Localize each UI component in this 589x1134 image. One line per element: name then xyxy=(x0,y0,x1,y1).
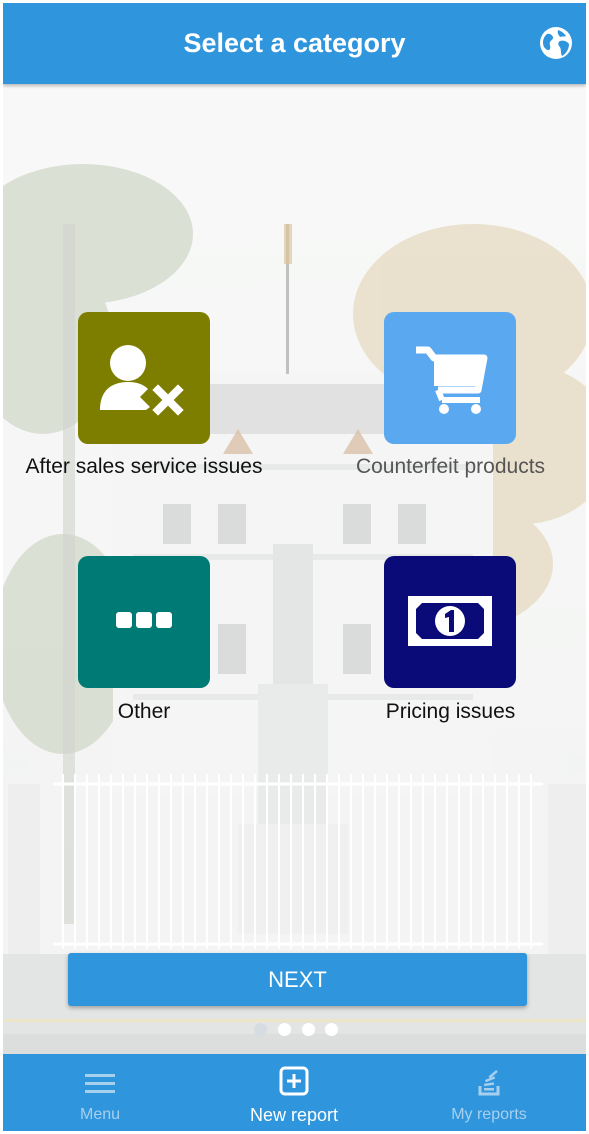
hamburger-menu-icon xyxy=(85,1074,115,1093)
app-header: Select a category xyxy=(3,3,586,84)
pager-dot xyxy=(278,1023,291,1036)
shopping-cart-icon xyxy=(416,346,488,414)
category-pricing-label[interactable]: Pricing issues xyxy=(368,700,533,724)
tab-menu[interactable]: Menu xyxy=(3,1054,197,1131)
user-remove-icon xyxy=(100,345,184,416)
more-dots-icon xyxy=(116,612,172,628)
tab-my-reports[interactable]: My reports xyxy=(392,1054,586,1131)
category-other-tile[interactable] xyxy=(78,556,210,688)
pager-dot xyxy=(302,1023,315,1036)
category-other-label[interactable]: Other xyxy=(78,700,210,724)
pager-dot xyxy=(325,1023,338,1036)
app-screen: Select a category After sales service is… xyxy=(3,3,586,1131)
banknote-icon xyxy=(408,596,492,646)
tab-menu-label: Menu xyxy=(79,1106,121,1123)
category-counterfeit-label[interactable]: Counterfeit products xyxy=(338,455,563,479)
tab-new-report-label: New report xyxy=(249,1105,339,1125)
category-counterfeit-tile[interactable] xyxy=(384,312,516,444)
next-button[interactable]: NEXT xyxy=(68,953,527,1006)
category-after-sales-label[interactable]: After sales service issues xyxy=(9,455,279,479)
page-title: Select a category xyxy=(183,28,406,58)
pager-dot xyxy=(254,1023,267,1036)
tab-new-report[interactable]: New report xyxy=(197,1054,391,1131)
globe-icon[interactable] xyxy=(538,25,574,61)
reports-stack-icon xyxy=(478,1070,500,1096)
plus-square-icon xyxy=(279,1066,309,1096)
category-after-sales-tile[interactable] xyxy=(78,312,210,444)
tab-my-reports-label: My reports xyxy=(451,1106,527,1123)
bottom-tab-bar: Menu New report My reports xyxy=(3,1054,586,1131)
category-pricing-tile[interactable] xyxy=(384,556,516,688)
